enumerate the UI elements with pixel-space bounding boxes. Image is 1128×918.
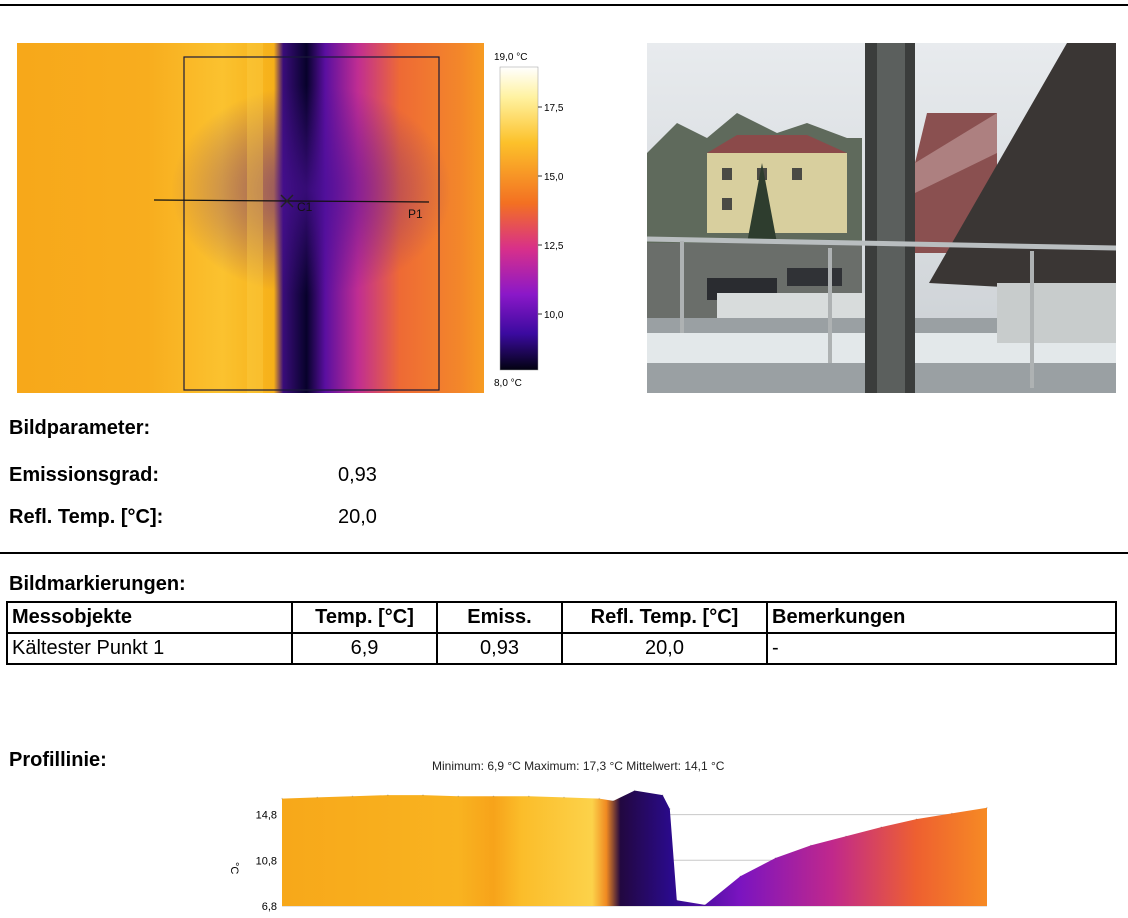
emission-value: 0,93	[338, 464, 377, 486]
profile-point	[704, 904, 706, 906]
temperature-scale: 19,0 °C 17,5 15,0 12,5 10,0 8,0 °C	[490, 43, 580, 393]
marker-label: C1	[297, 200, 313, 214]
profile-point	[316, 796, 319, 799]
scale-tick: 17,5	[544, 103, 564, 114]
profile-point	[528, 795, 530, 798]
profile-point	[986, 806, 988, 809]
scale-tick: 12,5	[544, 241, 564, 252]
cell-refl: 20,0	[561, 632, 768, 665]
col-header: Refl. Temp. [°C]	[561, 601, 768, 634]
scale-min: 8,0 °C	[494, 378, 522, 389]
profile-point	[774, 857, 777, 859]
profile-point	[676, 899, 678, 902]
profile-point	[951, 812, 953, 815]
profile-point	[739, 875, 742, 878]
cell-remark: -	[766, 632, 1117, 665]
thermal-image: C1 P1	[17, 43, 484, 393]
y-tick-label: 14,8	[256, 810, 277, 822]
profile-label: P1	[408, 207, 423, 221]
y-tick-label: 6,8	[262, 901, 277, 913]
profile-stats: Minimum: 6,9 °C Maximum: 17,3 °C Mittelw…	[432, 759, 725, 773]
col-header: Temp. [°C]	[291, 601, 438, 634]
table-header-row: Messobjekte Temp. [°C] Emiss. Refl. Temp…	[6, 601, 1117, 634]
cell-temp: 6,9	[291, 632, 438, 665]
profile-area	[282, 790, 987, 906]
refl-temp-value: 20,0	[338, 506, 377, 528]
profile-point	[669, 808, 671, 810]
profile-chart: Minimum: 6,9 °C Maximum: 17,3 °C Mittelw…	[215, 752, 1015, 918]
profile-point	[281, 797, 283, 800]
profile-point	[598, 797, 601, 800]
col-header: Emiss.	[436, 601, 563, 634]
visual-photo	[647, 43, 1116, 393]
params-heading: Bildparameter:	[9, 417, 151, 439]
refl-temp-label: Refl. Temp. [°C]:	[9, 506, 164, 528]
profile-point	[351, 795, 354, 798]
profile-point	[661, 794, 664, 796]
profile-point	[457, 795, 460, 798]
table-row: Kältester Punkt 1 6,9 0,93 20,0 -	[6, 632, 1117, 665]
scale-max: 19,0 °C	[494, 52, 527, 63]
cell-object: Kältester Punkt 1	[6, 632, 293, 665]
profile-point	[563, 796, 565, 799]
cell-emiss: 0,93	[436, 632, 563, 665]
scale-tick: 10,0	[544, 310, 564, 321]
profile-point	[612, 800, 615, 802]
col-header: Bemerkungen	[766, 601, 1117, 634]
top-rule	[0, 4, 1128, 6]
scale-tick: 15,0	[544, 172, 564, 183]
markings-heading: Bildmarkierungen:	[9, 573, 186, 595]
profile-heading: Profillinie:	[9, 749, 107, 771]
col-header: Messobjekte	[6, 601, 293, 634]
profile-point	[880, 826, 883, 828]
profile-point	[915, 818, 918, 820]
profile-point	[387, 794, 389, 796]
profile-point	[810, 844, 812, 847]
emission-label: Emissionsgrad:	[9, 464, 160, 486]
profile-point	[422, 794, 424, 796]
markings-table: Messobjekte Temp. [°C] Emiss. Refl. Temp…	[6, 601, 1117, 665]
y-tick-label: 10,8	[256, 855, 277, 867]
profile-point	[633, 789, 636, 792]
y-axis-label: °C	[228, 862, 240, 874]
profile-point	[845, 835, 847, 838]
section-rule	[0, 552, 1128, 554]
profile-point	[492, 795, 495, 798]
